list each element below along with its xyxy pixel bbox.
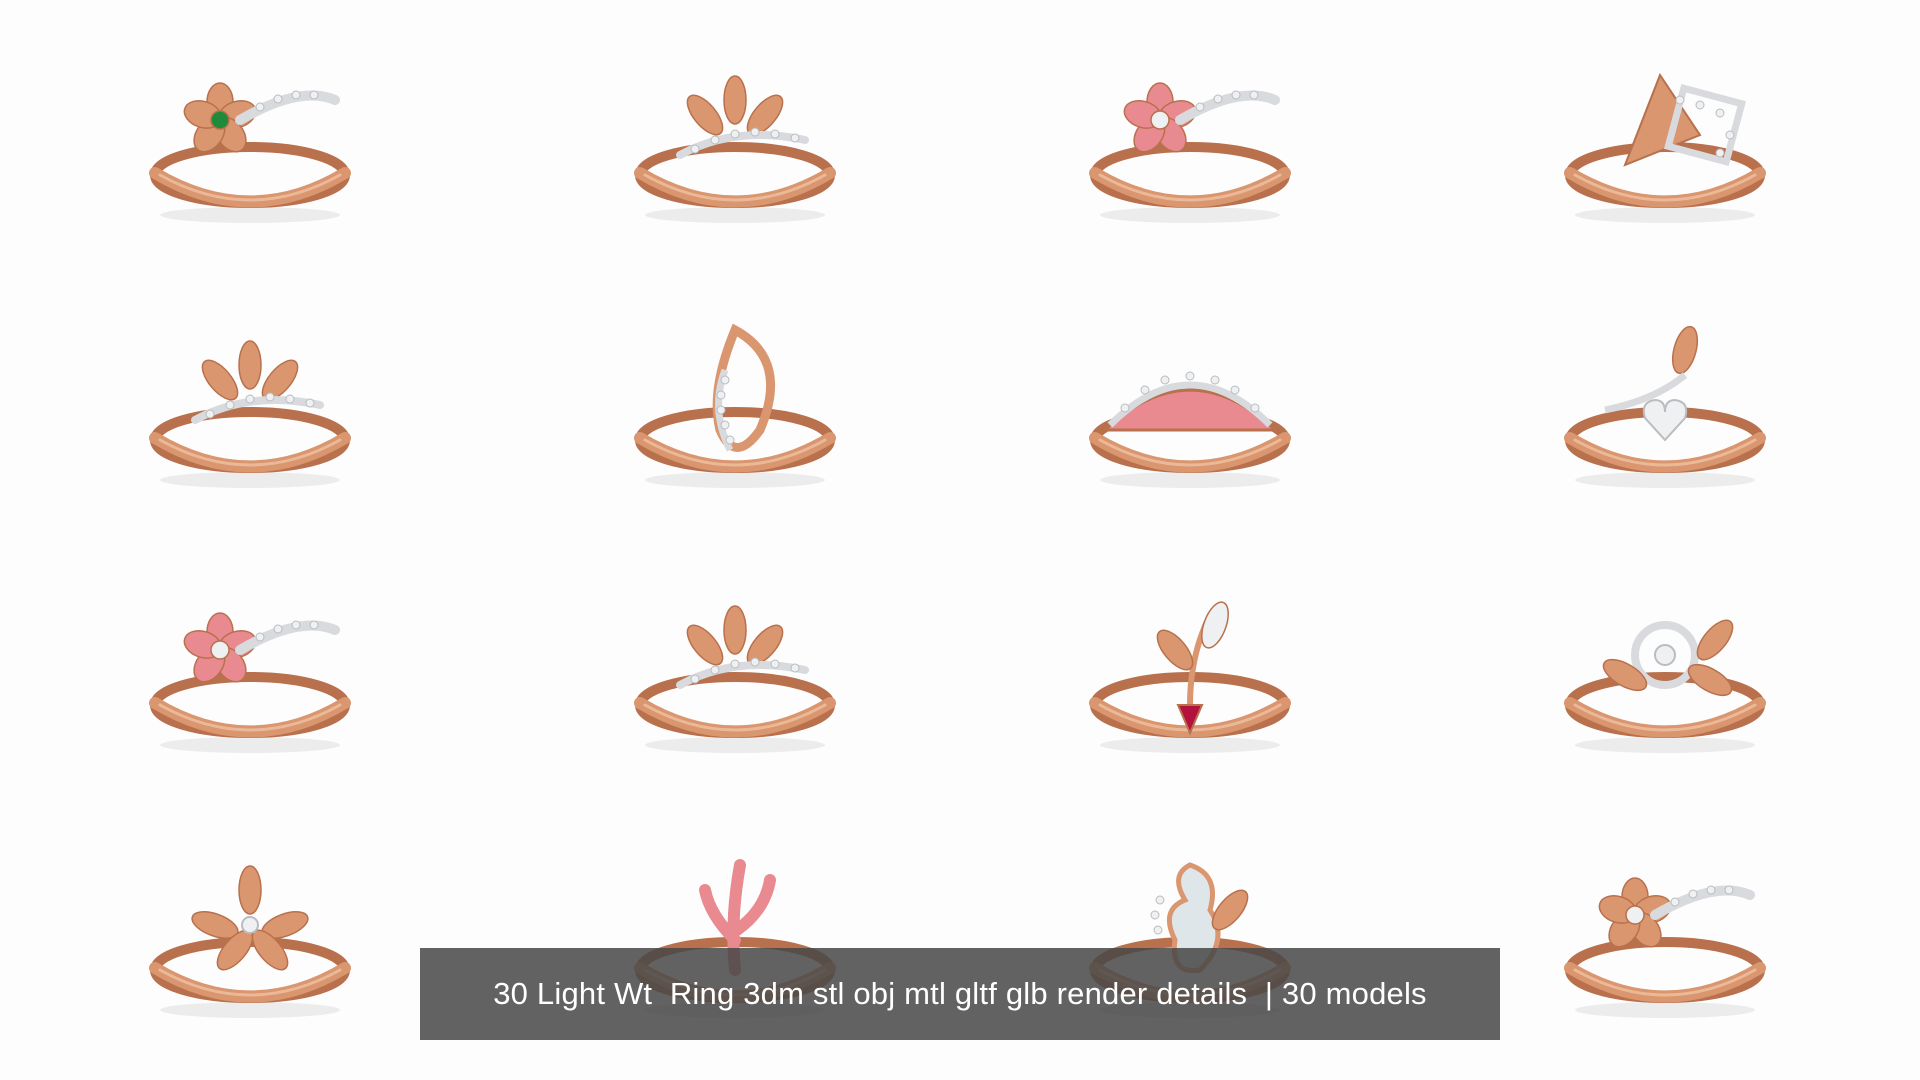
pink-blossom-ring-illustration <box>149 612 351 753</box>
ring-grid <box>0 0 1920 1080</box>
swirl-vine-ring <box>1515 555 1815 775</box>
flower-cluster-ring-illustration <box>1564 877 1766 1018</box>
caption-bar: 30 Light Wt Ring 3dm stl obj mtl gltf gl… <box>420 948 1500 1040</box>
diamond-leaf-wrap-ring <box>585 555 885 775</box>
paisley-leaf-ring-illustration <box>634 75 836 223</box>
flower-cluster-ring <box>1515 820 1815 1040</box>
enamel-dome-ring-illustration <box>1089 371 1291 488</box>
petal-star-ring-illustration <box>149 865 351 1018</box>
geometric-square-ring-illustration <box>1564 72 1766 223</box>
ruby-sprig-ring <box>1040 555 1340 775</box>
geometric-square-ring <box>1515 25 1815 245</box>
pink-flower-bypass-ring-illustration <box>1089 82 1291 223</box>
leaf-heart-ring-illustration <box>1564 325 1766 488</box>
pink-flower-bypass-ring <box>1040 25 1340 245</box>
enamel-dome-ring <box>1040 290 1340 510</box>
product-image: 30 Light Wt Ring 3dm stl obj mtl gltf gl… <box>0 0 1920 1080</box>
ruby-sprig-ring-illustration <box>1089 601 1291 753</box>
leaf-spray-ring <box>100 290 400 510</box>
paisley-openwork-ring-illustration <box>634 323 836 488</box>
petal-star-ring <box>100 820 400 1040</box>
caption-text: 30 Light Wt Ring 3dm stl obj mtl gltf gl… <box>493 976 1427 1011</box>
flower-emerald-ring-illustration <box>149 82 351 223</box>
leaf-heart-ring <box>1515 290 1815 510</box>
paisley-openwork-ring <box>585 290 885 510</box>
pink-blossom-ring <box>100 555 400 775</box>
swirl-vine-ring-illustration <box>1564 619 1766 753</box>
flower-emerald-ring <box>100 25 400 245</box>
paisley-leaf-ring <box>585 25 885 245</box>
leaf-spray-ring-illustration <box>149 340 351 488</box>
diamond-leaf-wrap-ring-illustration <box>634 605 836 753</box>
